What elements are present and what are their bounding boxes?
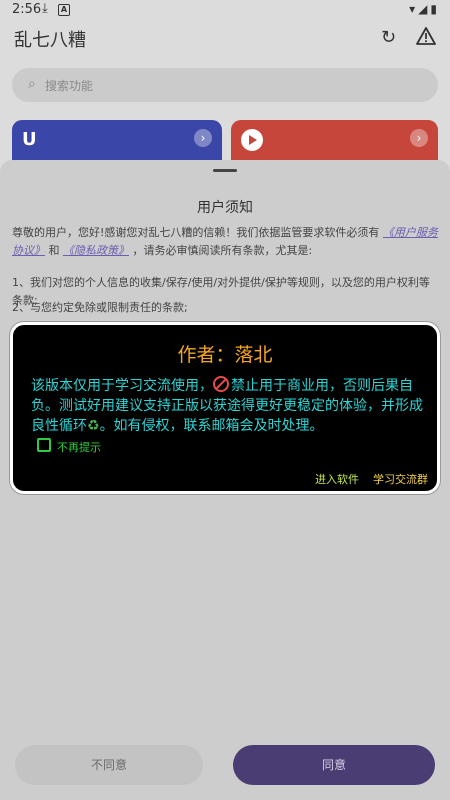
study-group-button[interactable]: 学习交流群 bbox=[373, 471, 428, 487]
notice-text: ，请务必审慎阅读所有条款，尤其是: bbox=[132, 244, 313, 257]
magnet-icon: U bbox=[22, 129, 37, 150]
sheet-title: 用户须知 bbox=[197, 200, 253, 216]
disagree-button[interactable]: 不同意 bbox=[15, 745, 203, 785]
dialog-message-text: 。如有侵权，联系邮箱会及时处理。 bbox=[99, 418, 324, 434]
dialog-message-text: 该版本仅用于学习交流使用， bbox=[31, 378, 213, 394]
status-bar: 2:56 ⤓ A ▾◢▮ bbox=[0, 0, 450, 20]
enter-app-button[interactable]: 进入软件 bbox=[315, 471, 359, 487]
dont-show-again-checkbox[interactable] bbox=[37, 438, 51, 452]
search-icon: ⌕ bbox=[28, 76, 36, 92]
privacy-policy-link[interactable]: 《隐私政策》 bbox=[63, 244, 129, 257]
notice-paragraph: 尊敬的用户，您好!感谢您对乱七八糟的信赖！我们依据监管要求软件必须有 《用户服务… bbox=[12, 224, 438, 260]
notice-text: 和 bbox=[48, 244, 60, 257]
agree-button[interactable]: 同意 bbox=[233, 745, 435, 785]
author-dialog: 作者：落北 该版本仅用于学习交流使用， 禁止用于商业用，否则后果自负。测试好用建议… bbox=[10, 322, 440, 494]
warning-icon[interactable] bbox=[416, 26, 436, 46]
search-bar[interactable]: ⌕ 搜索功能 bbox=[12, 68, 438, 102]
refresh-icon[interactable]: ↻ bbox=[381, 27, 396, 48]
app-notification-icon: A bbox=[58, 4, 70, 16]
chevron-right-icon: › bbox=[194, 129, 212, 147]
chevron-right-icon: › bbox=[410, 129, 428, 147]
download-icon: ⤓ bbox=[42, 1, 48, 16]
app-title: 乱七八糟 bbox=[14, 30, 86, 51]
notice-text: 尊敬的用户，您好!感谢您对乱七八糟的信赖！我们依据监管要求软件必须有 bbox=[12, 226, 380, 239]
recycle-icon: ♻ bbox=[87, 418, 100, 434]
play-icon bbox=[241, 129, 263, 151]
no-entry-icon bbox=[213, 376, 229, 392]
search-placeholder: 搜索功能 bbox=[45, 79, 94, 93]
signal-wifi-battery-icon: ▾◢▮ bbox=[409, 2, 440, 16]
notice-item-2: 2、与您约定免除或限制责任的条款; bbox=[12, 301, 188, 314]
feature-card-red[interactable]: › bbox=[231, 120, 438, 162]
status-time: 2:56 bbox=[12, 2, 42, 17]
sheet-drag-handle[interactable] bbox=[213, 169, 237, 172]
dont-show-again-label: 不再提示 bbox=[57, 441, 101, 454]
dialog-title: 作者：落北 bbox=[177, 344, 273, 366]
feature-card-blue[interactable]: U › bbox=[12, 120, 222, 162]
dialog-message: 该版本仅用于学习交流使用， 禁止用于商业用，否则后果自负。测试好用建议支持正版以获… bbox=[31, 376, 427, 436]
